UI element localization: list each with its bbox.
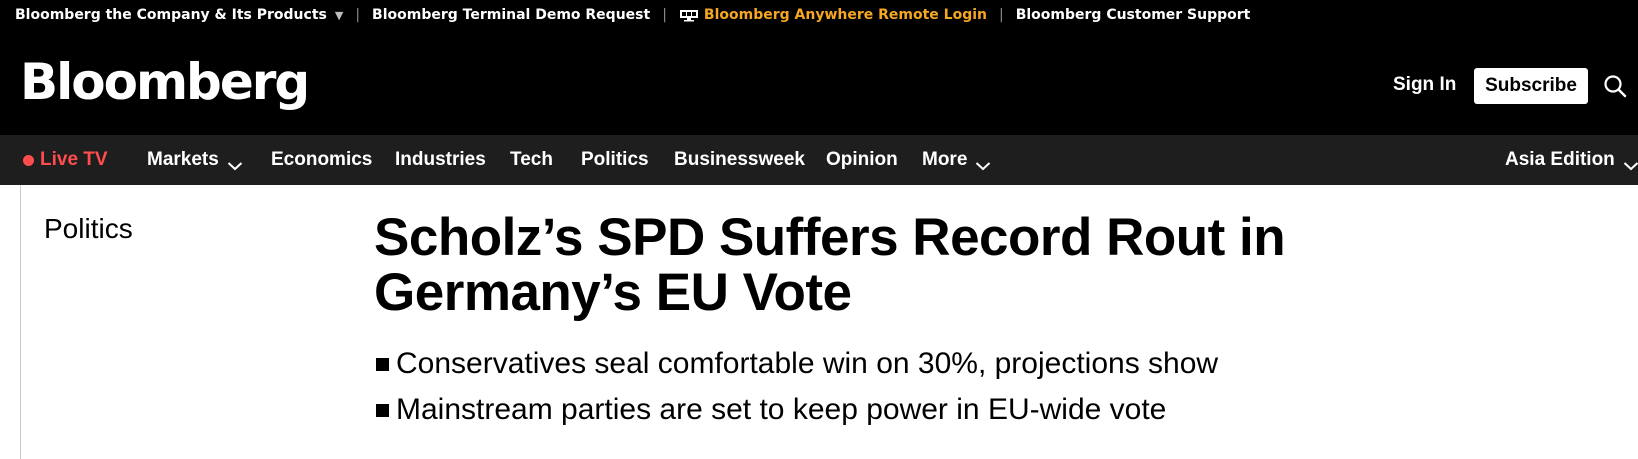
edition-selector[interactable]: Asia Edition: [1505, 149, 1638, 171]
masthead: Bloomberg Sign In Subscribe: [0, 30, 1638, 135]
summary-bullet-text: Conservatives seal comfortable win on 30…: [396, 347, 1219, 380]
company-products-label: Bloomberg the Company & Its Products: [15, 7, 327, 23]
nav-more[interactable]: More: [922, 149, 991, 171]
nav-economics[interactable]: Economics: [271, 149, 372, 171]
summary-bullet: Mainstream parties are set to keep power…: [374, 387, 1218, 433]
bullet-square-icon: [376, 403, 389, 417]
customer-support-link[interactable]: Bloomberg Customer Support: [1016, 7, 1251, 23]
nav-industries[interactable]: Industries: [395, 149, 486, 171]
nav-live-tv[interactable]: Live TV: [23, 149, 108, 171]
bloomberg-logo[interactable]: Bloomberg: [20, 52, 310, 112]
anywhere-login-label: Bloomberg Anywhere Remote Login: [703, 7, 987, 23]
main-nav: Live TV Markets Economics Industries Tec…: [0, 135, 1638, 185]
anywhere-login-link[interactable]: Bloomberg Anywhere Remote Login: [679, 7, 987, 23]
nav-tech[interactable]: Tech: [510, 149, 553, 171]
terminal-demo-link[interactable]: Bloomberg Terminal Demo Request: [372, 7, 650, 23]
nav-markets[interactable]: Markets: [147, 149, 243, 171]
article-headline: Scholz’s SPD Suffers Record Rout in Germ…: [374, 208, 1286, 322]
monitor-icon: [679, 9, 699, 22]
chevron-down-icon: [1623, 155, 1638, 171]
nav-live-tv-label: Live TV: [40, 149, 108, 170]
divider: |: [662, 7, 667, 23]
nav-more-label: More: [922, 149, 968, 170]
subscribe-button[interactable]: Subscribe: [1474, 68, 1588, 104]
caret-down-icon: ▼: [334, 8, 344, 22]
nav-businessweek[interactable]: Businessweek: [674, 149, 805, 171]
utility-bar: Bloomberg the Company & Its Products ▼ |…: [0, 0, 1638, 30]
sign-in-link[interactable]: Sign In: [1393, 74, 1456, 96]
divider: |: [998, 7, 1004, 23]
chevron-down-icon: [227, 155, 243, 171]
live-dot-icon: [23, 154, 34, 166]
nav-opinion[interactable]: Opinion: [826, 149, 898, 171]
nav-politics[interactable]: Politics: [581, 149, 649, 171]
search-icon[interactable]: [1603, 74, 1627, 98]
company-products-link[interactable]: Bloomberg the Company & Its Products ▼: [15, 7, 343, 23]
chevron-down-icon: [975, 155, 991, 171]
divider: |: [355, 7, 361, 23]
summary-bullet-text: Mainstream parties are set to keep power…: [396, 393, 1167, 426]
summary-bullet: Conservatives seal comfortable win on 30…: [374, 341, 1218, 387]
article-summary: Conservatives seal comfortable win on 30…: [374, 341, 1218, 433]
section-label[interactable]: Politics: [44, 212, 133, 246]
nav-markets-label: Markets: [147, 149, 219, 170]
edition-label: Asia Edition: [1505, 149, 1615, 170]
bullet-square-icon: [376, 357, 389, 371]
